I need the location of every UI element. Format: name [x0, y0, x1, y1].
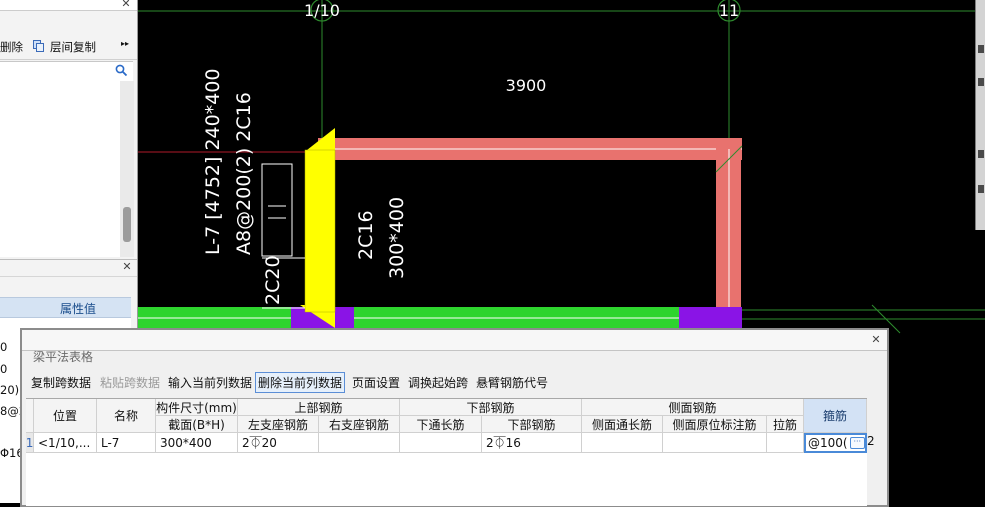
properties-header: 属性值	[0, 297, 131, 318]
cell-section[interactable]: 300*400	[156, 433, 238, 453]
cell-side-through[interactable]	[582, 433, 663, 453]
right-toolbar-strip[interactable]	[975, 0, 985, 230]
properties-titlebar: ✕	[0, 259, 137, 277]
right-label-line-1: 2C16	[355, 210, 377, 260]
dialog-titlebar: ✕	[22, 330, 887, 351]
paste-span-button[interactable]: 粘贴跨数据	[98, 373, 162, 392]
ellipsis-icon[interactable]: ···	[849, 437, 865, 449]
col-header-side-through[interactable]: 侧面通长筋	[582, 416, 663, 433]
search-input[interactable]	[0, 61, 133, 82]
col-header-bottom-rebar[interactable]: 下部钢筋	[482, 416, 582, 433]
col-header-left-support[interactable]: 左支座钢筋	[238, 416, 319, 433]
page-setup-button[interactable]: 页面设置	[350, 373, 402, 392]
cell-side-in-situ[interactable]	[663, 433, 767, 453]
axis-label-top-left: 1/10	[304, 1, 340, 20]
property-value[interactable]: 20)	[0, 383, 19, 397]
delete-column-button[interactable]: 删除当前列数据	[255, 372, 346, 393]
beam-table[interactable]: 位置 名称 构件尺寸(mm) 上部钢筋 下部钢筋 侧面钢筋 箍筋 截面(B*H)…	[26, 398, 867, 506]
delete-button[interactable]: 删除	[0, 39, 23, 55]
input-column-button[interactable]: 输入当前列数据	[166, 373, 254, 392]
cantilever-code-button[interactable]: 悬臂钢筋代号	[474, 373, 550, 392]
strip-icon[interactable]	[978, 78, 984, 86]
property-value[interactable]: 0	[0, 362, 7, 376]
cell-left-support[interactable]: 2⏁20	[238, 433, 319, 453]
cell-bottom-through[interactable]	[400, 433, 482, 453]
close-icon[interactable]: ✕	[870, 333, 882, 346]
col-header-right-support[interactable]: 右支座钢筋	[319, 416, 400, 433]
strip-icon[interactable]	[978, 45, 984, 53]
cell-right-support[interactable]	[319, 433, 400, 453]
panel-top-strip	[0, 0, 137, 11]
beam-label-line-2: A8@200(2) 2C16	[233, 92, 255, 255]
col-group-section: 构件尺寸(mm)	[156, 399, 238, 416]
tree-scrollbar-thumb[interactable]	[123, 207, 131, 242]
cell-position[interactable]: <1/10,...	[34, 433, 97, 453]
row-number[interactable]: 1	[26, 433, 34, 453]
col-group-side-rebar: 侧面钢筋	[582, 399, 804, 416]
cell-bottom-rebar[interactable]: 2⏁16	[482, 433, 582, 453]
selected-beam-l7[interactable]	[305, 150, 335, 312]
dialog-title: 梁平法表格	[33, 350, 94, 364]
strip-icon[interactable]	[978, 185, 984, 193]
col-header-section[interactable]: 截面(B*H)	[156, 416, 238, 433]
cell-tie-bar[interactable]	[767, 433, 804, 453]
col-group-top-rebar: 上部钢筋	[238, 399, 400, 416]
col-header-position[interactable]: 位置	[34, 399, 97, 433]
cell-stirrup-editor[interactable]: @100( ···	[804, 433, 867, 453]
copy-floor-icon	[33, 40, 44, 52]
col-header-tie-bar[interactable]: 拉筋	[767, 416, 804, 433]
beam-label-line-1: L-7 [4752] 240*400	[202, 69, 224, 255]
beam-label-bottom: 2C20	[262, 255, 284, 305]
col-header-bottom-through[interactable]: 下通长筋	[400, 416, 482, 433]
copy-span-button[interactable]: 复制跨数据	[29, 373, 93, 392]
col-group-bottom-rebar: 下部钢筋	[400, 399, 582, 416]
right-label-group: 2C16	[355, 210, 377, 260]
beam-table-dialog: ✕ 梁平法表格 复制跨数据 粘贴跨数据 输入当前列数据 删除当前列数据 页面设置…	[20, 328, 889, 507]
property-value[interactable]: 0	[0, 340, 7, 354]
span-dimension: 3900	[506, 76, 547, 95]
strip-icon[interactable]	[978, 150, 984, 158]
left-toolbar: 删除 层间复制 ▸▸	[0, 33, 137, 60]
swap-start-span-button[interactable]: 调换起始跨	[406, 373, 470, 392]
right-label-group-2: 300*400	[386, 197, 408, 279]
axis-label-top-right: 11	[719, 1, 739, 20]
cell-stirrup-value[interactable]: @100(	[808, 436, 848, 450]
close-icon[interactable]: ✕	[120, 0, 132, 10]
cell-name[interactable]: L-7	[97, 433, 156, 453]
copy-floor-button[interactable]: 层间复制	[50, 39, 96, 55]
col-header-name[interactable]: 名称	[97, 399, 156, 433]
row-header-corner	[26, 399, 34, 433]
properties-value-header: 属性值	[60, 302, 97, 316]
component-tree[interactable]	[0, 81, 120, 257]
dialog-toolbar: 复制跨数据 粘贴跨数据 输入当前列数据 删除当前列数据 页面设置 调换起始跨 悬…	[22, 370, 887, 394]
more-chevron-icon[interactable]: ▸▸	[121, 39, 129, 48]
support-block	[679, 307, 742, 329]
col-header-stirrup[interactable]: 箍筋	[804, 399, 867, 433]
col-header-side-in-situ[interactable]: 侧面原位标注筋	[663, 416, 767, 433]
beam-bottom-label-group: 2C20	[262, 255, 284, 305]
search-icon[interactable]	[115, 64, 128, 80]
close-icon[interactable]: ✕	[121, 260, 133, 273]
right-label-line-2: 300*400	[386, 197, 408, 279]
cell-stirrup-extra[interactable]: 2	[867, 434, 875, 448]
